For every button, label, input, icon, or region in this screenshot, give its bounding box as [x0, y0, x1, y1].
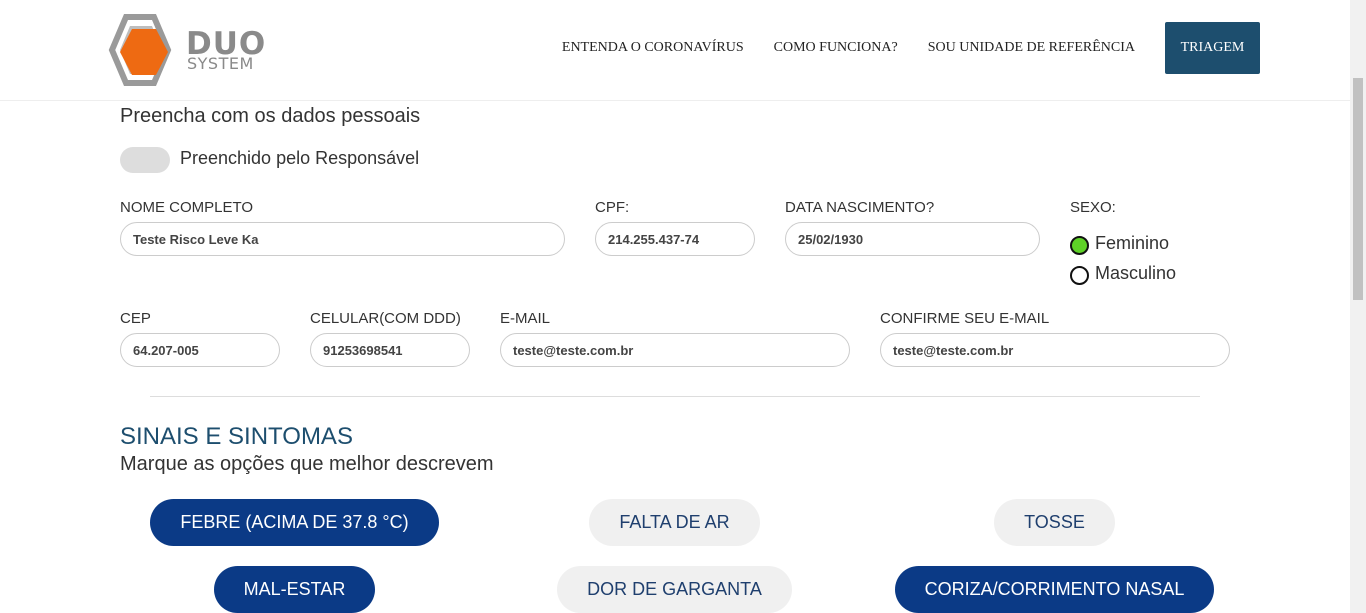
- responsavel-toggle-label: Preenchido pelo Responsável: [180, 148, 420, 168]
- nav-link-como-funciona[interactable]: COMO FUNCIONA?: [774, 40, 898, 56]
- email-input[interactable]: [500, 333, 850, 367]
- nav-link-coronavirus[interactable]: ENTENDA O CORONAVÍRUS: [562, 40, 744, 56]
- site-header: DUO SYSTEM ENTENDA O CORONAVÍRUS COMO FU…: [0, 0, 1350, 101]
- symptom-chip-mal-estar[interactable]: MAL-ESTAR: [214, 566, 375, 613]
- nome-input[interactable]: [120, 222, 565, 256]
- form-title: Preencha com os dados pessoais: [120, 105, 421, 127]
- cep-input[interactable]: [120, 333, 280, 367]
- email-confirm-label: CONFIRME SEU E-MAIL: [880, 310, 1050, 327]
- page-scrollbar[interactable]: [1350, 0, 1366, 613]
- hexagon-logo-icon: [108, 14, 172, 86]
- responsavel-toggle[interactable]: [120, 147, 170, 173]
- sexo-option-feminino[interactable]: Feminino: [1070, 232, 1169, 255]
- nascimento-input[interactable]: [785, 222, 1040, 256]
- feminino-label: Feminino: [1095, 233, 1170, 253]
- symptom-chip-coriza[interactable]: CORIZA/CORRIMENTO NASAL: [895, 566, 1214, 613]
- symptom-chip-tosse[interactable]: TOSSE: [994, 499, 1115, 546]
- celular-input[interactable]: [310, 333, 470, 367]
- symptoms-subtitle: Marque as opções que melhor descrevem: [120, 453, 494, 475]
- symptom-chip-dor-de-garganta[interactable]: DOR DE GARGANTA: [557, 566, 792, 613]
- section-divider: [150, 396, 1200, 397]
- symptom-chip-falta-de-ar[interactable]: FALTA DE AR: [589, 499, 760, 546]
- logo-text-system: SYSTEM: [187, 54, 254, 73]
- radio-unchecked-icon[interactable]: [1070, 266, 1089, 285]
- celular-label: CELULAR(COM DDD): [310, 310, 461, 327]
- cpf-input[interactable]: [595, 222, 755, 256]
- main-nav: ENTENDA O CORONAVÍRUS COMO FUNCIONA? SOU…: [562, 22, 1260, 74]
- cep-label: CEP: [120, 310, 151, 327]
- duo-system-logo[interactable]: DUO SYSTEM: [104, 14, 274, 86]
- nome-label: NOME COMPLETO: [120, 199, 254, 216]
- masculino-label: Masculino: [1095, 263, 1177, 283]
- nascimento-label: DATA NASCIMENTO?: [785, 199, 935, 216]
- radio-checked-icon[interactable]: [1070, 236, 1089, 255]
- sexo-option-masculino[interactable]: Masculino: [1070, 262, 1176, 285]
- sexo-label: SEXO:: [1070, 199, 1116, 216]
- symptoms-title: SINAIS E SINTOMAS: [120, 423, 353, 450]
- email-label: E-MAIL: [500, 310, 551, 327]
- scrollbar-thumb[interactable]: [1353, 78, 1363, 300]
- nav-link-unidade-referencia[interactable]: SOU UNIDADE DE REFERÊNCIA: [928, 40, 1135, 56]
- triagem-button[interactable]: TRIAGEM: [1165, 22, 1260, 74]
- cpf-label: CPF:: [595, 199, 630, 216]
- email-confirm-input[interactable]: [880, 333, 1230, 367]
- symptom-chip-febre[interactable]: FEBRE (ACIMA DE 37.8 °C): [150, 499, 439, 546]
